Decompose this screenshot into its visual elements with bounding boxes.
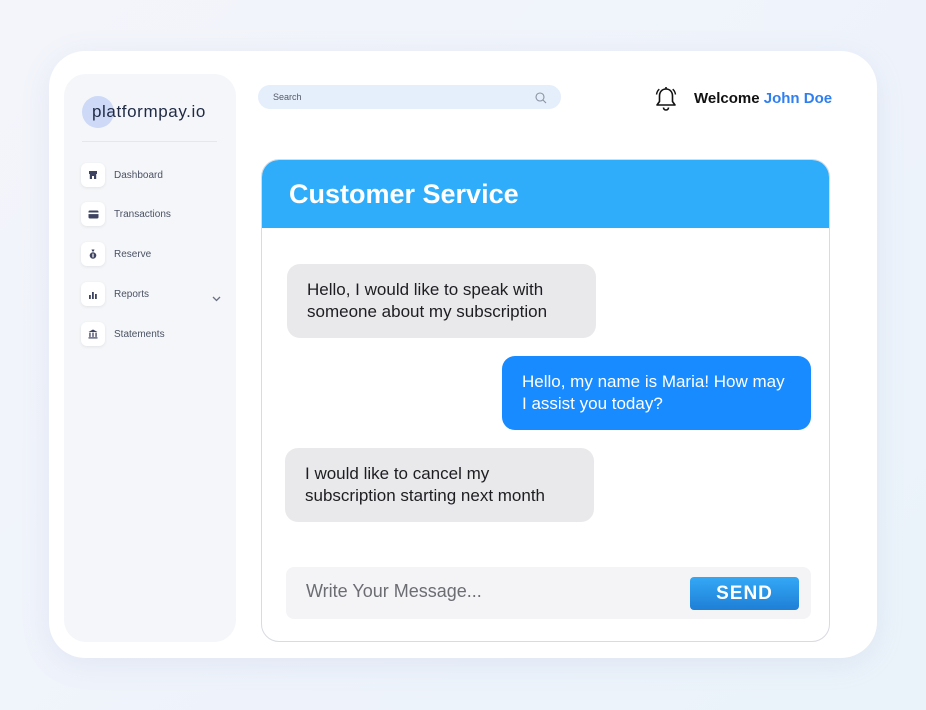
card-icon xyxy=(81,202,105,226)
brand-name: platformpay.io xyxy=(92,102,206,121)
sidebar-divider xyxy=(82,141,217,142)
welcome-prefix: Welcome xyxy=(694,90,760,107)
sidebar-item-reserve[interactable]: Reserve xyxy=(81,242,221,266)
sidebar-item-label: Dashboard xyxy=(114,169,163,181)
sidebar-item-label: Reserve xyxy=(114,248,152,260)
sidebar: platformpay.io Dashboard Transactions Re… xyxy=(64,74,236,642)
message-outgoing: Hello, my name is Maria! How may I assis… xyxy=(502,356,811,430)
sidebar-item-reports[interactable]: Reports xyxy=(81,282,221,306)
message-incoming: I would like to cancel my subscription s… xyxy=(285,448,594,522)
search-input[interactable] xyxy=(273,92,513,102)
bank-icon xyxy=(81,322,105,346)
chat-panel: Customer Service Hello, I would like to … xyxy=(261,159,830,642)
welcome-message: Welcome John Doe xyxy=(694,90,832,107)
store-icon xyxy=(81,163,105,187)
send-button[interactable]: SEND xyxy=(690,577,799,610)
search-icon[interactable] xyxy=(535,91,547,109)
chevron-down-icon[interactable] xyxy=(212,289,221,307)
search-bar xyxy=(258,85,561,109)
message-composer: SEND xyxy=(286,567,811,619)
bell-icon[interactable] xyxy=(654,86,678,117)
sidebar-item-transactions[interactable]: Transactions xyxy=(81,202,221,226)
chat-title: Customer Service xyxy=(289,178,519,209)
sidebar-item-label: Reports xyxy=(114,288,150,300)
user-name[interactable]: John Doe xyxy=(764,90,832,107)
brand-logo[interactable]: platformpay.io xyxy=(82,96,222,128)
sidebar-item-statements[interactable]: Statements xyxy=(81,322,221,346)
message-incoming: Hello, I would like to speak with someon… xyxy=(287,264,596,338)
sidebar-item-dashboard[interactable]: Dashboard xyxy=(81,163,221,187)
sidebar-item-label: Statements xyxy=(114,328,165,340)
chat-header: Customer Service xyxy=(262,160,829,228)
message-input[interactable] xyxy=(306,581,676,602)
bar-chart-icon xyxy=(81,282,105,306)
sidebar-item-label: Transactions xyxy=(114,208,171,220)
money-bag-icon xyxy=(81,242,105,266)
